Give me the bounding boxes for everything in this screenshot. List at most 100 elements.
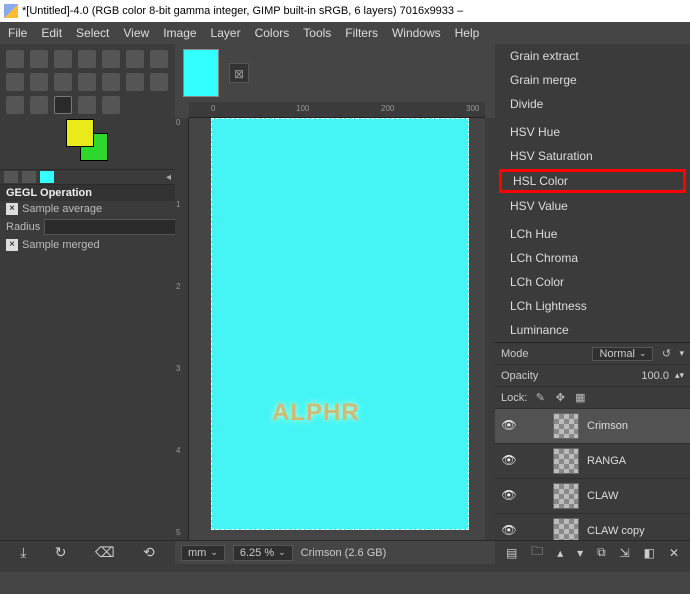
visibility-icon[interactable]: 👁 bbox=[501, 418, 517, 434]
delete-layer-icon[interactable]: ✕ bbox=[669, 546, 679, 560]
layer-row[interactable]: 👁 CLAW copy bbox=[495, 514, 690, 540]
blend-mode-lch-lightness[interactable]: LCh Lightness bbox=[495, 294, 690, 318]
tab-image-icon[interactable] bbox=[40, 171, 54, 183]
menu-select[interactable]: Select bbox=[76, 26, 109, 40]
tool-scale[interactable] bbox=[150, 50, 168, 68]
tool-crop[interactable] bbox=[102, 50, 120, 68]
tool-move[interactable] bbox=[6, 50, 24, 68]
blend-mode-grain-extract[interactable]: Grain extract bbox=[495, 44, 690, 68]
tool-rect-select[interactable] bbox=[30, 50, 48, 68]
menu-edit[interactable]: Edit bbox=[41, 26, 62, 40]
save-options-icon[interactable]: ⤓ bbox=[20, 544, 26, 561]
sample-average-row[interactable]: × Sample average bbox=[0, 201, 175, 217]
tool-pencil[interactable] bbox=[54, 73, 72, 91]
tab-device-icon[interactable] bbox=[22, 171, 36, 183]
fg-color[interactable] bbox=[66, 119, 94, 147]
canvas-area[interactable]: ALPHR bbox=[189, 118, 485, 540]
new-group-icon[interactable]: 🗀 bbox=[531, 542, 543, 563]
tool-text[interactable] bbox=[30, 96, 48, 114]
layer-name[interactable]: Crimson bbox=[587, 420, 628, 432]
tool-free-select[interactable] bbox=[54, 50, 72, 68]
mode-dropdown[interactable]: Normal⌄ bbox=[592, 347, 653, 361]
tool-bucket[interactable] bbox=[6, 73, 24, 91]
raise-layer-icon[interactable]: ▴ bbox=[557, 546, 563, 560]
tool-gegl[interactable] bbox=[54, 96, 72, 114]
menu-help[interactable]: Help bbox=[455, 26, 480, 40]
menu-view[interactable]: View bbox=[123, 26, 149, 40]
layer-thumbnail[interactable] bbox=[553, 483, 579, 509]
dock-tabs[interactable]: ◂ bbox=[0, 169, 175, 185]
sample-merged-row[interactable]: × Sample merged bbox=[0, 237, 175, 253]
layer-thumbnail[interactable] bbox=[553, 518, 579, 540]
layer-row[interactable]: 👁 Crimson bbox=[495, 409, 690, 444]
lower-layer-icon[interactable]: ▾ bbox=[577, 546, 583, 560]
image-tab-thumb[interactable] bbox=[183, 49, 219, 97]
switch-mode-icon[interactable]: ↺ bbox=[659, 347, 673, 360]
spinner-icon[interactable]: ▴▾ bbox=[675, 370, 684, 381]
radius-row[interactable]: Radius ▴▾ bbox=[0, 217, 175, 237]
checkbox-icon[interactable]: × bbox=[6, 203, 18, 215]
menu-file[interactable]: File bbox=[8, 26, 27, 40]
opacity-row[interactable]: Opacity 100.0 ▴▾ bbox=[495, 365, 690, 387]
blend-mode-hsv-saturation[interactable]: HSV Saturation bbox=[495, 144, 690, 168]
menu-layer[interactable]: Layer bbox=[211, 26, 241, 40]
close-image-icon[interactable]: ⊠ bbox=[229, 63, 249, 83]
menu-windows[interactable]: Windows bbox=[392, 26, 441, 40]
tool-path[interactable] bbox=[6, 96, 24, 114]
menu-image[interactable]: Image bbox=[163, 26, 196, 40]
tool-measure[interactable] bbox=[78, 96, 96, 114]
layer-row[interactable]: 👁 CLAW bbox=[495, 479, 690, 514]
new-layer-icon[interactable]: ▤ bbox=[506, 546, 517, 560]
blend-mode-lch-hue[interactable]: LCh Hue bbox=[495, 222, 690, 246]
mode-row[interactable]: Mode Normal⌄ ↺ ▾ bbox=[495, 343, 690, 365]
chevron-down-icon[interactable]: ▾ bbox=[679, 348, 684, 359]
layer-thumbnail[interactable] bbox=[553, 448, 579, 474]
layer-name[interactable]: CLAW copy bbox=[587, 525, 645, 537]
blend-mode-luminance[interactable]: Luminance bbox=[495, 318, 690, 342]
lock-alpha-icon[interactable]: ▦ bbox=[573, 391, 587, 404]
layer-row[interactable]: 👁 RANGA bbox=[495, 444, 690, 479]
tool-brush[interactable] bbox=[78, 73, 96, 91]
tool-clone[interactable] bbox=[126, 73, 144, 91]
vertical-scrollbar[interactable] bbox=[485, 118, 495, 540]
menu-tools[interactable]: Tools bbox=[303, 26, 331, 40]
canvas[interactable]: ALPHR bbox=[211, 118, 469, 530]
blend-mode-hsv-value[interactable]: HSV Value bbox=[495, 194, 690, 218]
mask-icon[interactable]: ◧ bbox=[644, 546, 655, 560]
blend-mode-grain-merge[interactable]: Grain merge bbox=[495, 68, 690, 92]
radius-input[interactable] bbox=[44, 219, 194, 235]
tool-smudge[interactable] bbox=[150, 73, 168, 91]
layer-name[interactable]: CLAW bbox=[587, 490, 618, 502]
tool-eraser[interactable] bbox=[102, 73, 120, 91]
visibility-icon[interactable]: 👁 bbox=[501, 488, 517, 504]
menu-bar[interactable]: File Edit Select View Image Layer Colors Tools F… bbox=[0, 22, 690, 44]
duplicate-layer-icon[interactable]: ⧉ bbox=[597, 545, 606, 560]
menu-filters[interactable]: Filters bbox=[345, 26, 378, 40]
restore-options-icon[interactable]: ↻ bbox=[55, 544, 67, 561]
layer-thumbnail[interactable] bbox=[553, 413, 579, 439]
delete-options-icon[interactable]: ⌫ bbox=[95, 544, 115, 561]
layer-name[interactable]: RANGA bbox=[587, 455, 626, 467]
tool-fuzzy-select[interactable] bbox=[78, 50, 96, 68]
tab-tooloptions-icon[interactable] bbox=[4, 171, 18, 183]
lock-pixels-icon[interactable]: ✎ bbox=[533, 391, 547, 404]
dock-menu-icon[interactable]: ◂ bbox=[166, 172, 171, 183]
blend-mode-divide[interactable]: Divide bbox=[495, 92, 690, 116]
tool-zoom[interactable] bbox=[102, 96, 120, 114]
tool-gradient[interactable] bbox=[30, 73, 48, 91]
blend-mode-hsl-color[interactable]: HSL Color bbox=[499, 169, 686, 193]
visibility-icon[interactable]: 👁 bbox=[501, 453, 517, 469]
reset-options-icon[interactable]: ⟲ bbox=[143, 544, 155, 561]
lock-position-icon[interactable]: ✥ bbox=[553, 391, 567, 404]
menu-colors[interactable]: Colors bbox=[255, 26, 290, 40]
blend-mode-lch-color[interactable]: LCh Color bbox=[495, 270, 690, 294]
blend-mode-menu[interactable]: Grain extractGrain mergeDivideHSV HueHSV… bbox=[495, 44, 690, 342]
merge-down-icon[interactable]: ⇲ bbox=[620, 546, 630, 560]
visibility-icon[interactable]: 👁 bbox=[501, 523, 517, 539]
color-swatches[interactable] bbox=[66, 119, 118, 159]
blend-mode-hsv-hue[interactable]: HSV Hue bbox=[495, 120, 690, 144]
unit-dropdown[interactable]: mm⌄ bbox=[181, 545, 225, 561]
zoom-dropdown[interactable]: 6.25 %⌄ bbox=[233, 545, 293, 561]
blend-mode-lch-chroma[interactable]: LCh Chroma bbox=[495, 246, 690, 270]
tool-rotate[interactable] bbox=[126, 50, 144, 68]
